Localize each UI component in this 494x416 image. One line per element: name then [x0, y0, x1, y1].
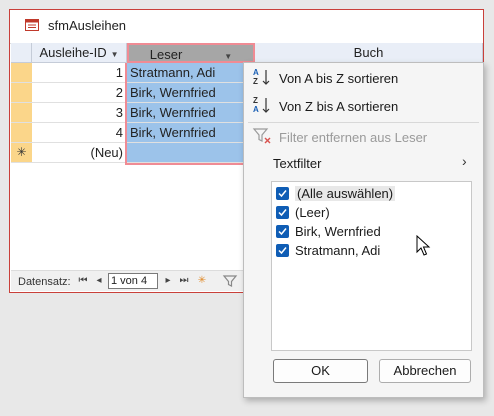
form-title: sfmAusleihen: [48, 18, 127, 33]
mouse-pointer-icon: [416, 235, 431, 256]
cell-leser-new[interactable]: [127, 143, 255, 163]
filter-option-label: (Leer): [295, 204, 330, 220]
sort-ascending-icon: A Z: [253, 68, 270, 86]
new-record-marker[interactable]: ✳: [11, 143, 32, 163]
clear-filter-icon: [252, 128, 271, 144]
ok-button[interactable]: OK: [273, 359, 368, 383]
filter-option[interactable]: (Alle auswählen): [276, 184, 396, 202]
column-header-buch[interactable]: Buch: [255, 43, 483, 63]
column-header-leser[interactable]: Leser ▼: [127, 43, 255, 63]
first-record-icon[interactable]: ⏮: [77, 275, 89, 287]
row-selector[interactable]: [11, 83, 32, 103]
chevron-right-icon: ›: [462, 153, 467, 169]
cell-ausleihe-id[interactable]: 2: [32, 83, 127, 103]
svg-text:A: A: [253, 105, 259, 114]
filter-option-label: Stratmann, Adi: [295, 242, 381, 258]
chevron-down-icon[interactable]: ▼: [111, 50, 119, 59]
cell-leser[interactable]: Birk, Wernfried: [127, 123, 255, 143]
checkbox-checked-icon[interactable]: [276, 205, 289, 219]
cell-ausleihe-id[interactable]: 1: [32, 63, 127, 83]
cell-ausleihe-id[interactable]: 4: [32, 123, 127, 143]
column-header-label: Leser: [149, 47, 183, 62]
cell-ausleihe-id[interactable]: 3: [32, 103, 127, 123]
chevron-down-icon[interactable]: ▼: [224, 52, 232, 61]
menu-separator: [248, 122, 479, 123]
record-position-input[interactable]: 1 von 4: [108, 273, 158, 289]
cell-leser[interactable]: Birk, Wernfried: [127, 83, 255, 103]
filter-option[interactable]: Stratmann, Adi: [276, 241, 380, 259]
filter-icon[interactable]: [222, 273, 238, 289]
svg-text:Z: Z: [253, 77, 258, 86]
menu-sort-az[interactable]: Von A bis Z sortieren: [279, 71, 398, 86]
checkbox-checked-icon[interactable]: [276, 243, 289, 257]
filter-option[interactable]: Birk, Wernfried: [276, 222, 381, 240]
svg-text:A: A: [253, 68, 259, 77]
select-all-corner[interactable]: [11, 43, 32, 63]
row-selector[interactable]: [11, 123, 32, 143]
cancel-button[interactable]: Abbrechen: [379, 359, 471, 383]
cell-leser[interactable]: Stratmann, Adi: [127, 63, 255, 83]
last-record-icon[interactable]: ⏭: [178, 275, 190, 287]
checkbox-checked-icon[interactable]: [276, 186, 289, 200]
menu-remove-filter: Filter entfernen aus Leser: [279, 130, 428, 145]
filter-option-label: Birk, Wernfried: [295, 223, 381, 239]
filter-option-label: (Alle auswählen): [295, 185, 396, 201]
cell-new-record-id[interactable]: (Neu): [32, 143, 127, 163]
column-header-label: Ausleihe-ID: [39, 45, 107, 60]
new-record-icon[interactable]: ✳: [196, 275, 208, 287]
checkbox-checked-icon[interactable]: [276, 224, 289, 238]
row-selector[interactable]: [11, 63, 32, 83]
form-icon: [25, 19, 39, 31]
next-record-icon[interactable]: ▸: [162, 275, 174, 287]
sort-descending-icon: Z A: [253, 96, 270, 114]
svg-text:Z: Z: [253, 96, 258, 105]
row-selector[interactable]: [11, 103, 32, 123]
previous-record-icon[interactable]: ◂: [93, 275, 105, 287]
column-header-ausleihe-id[interactable]: Ausleihe-ID ▼: [32, 43, 127, 63]
menu-sort-za[interactable]: Von Z bis A sortieren: [279, 99, 398, 114]
nav-label: Datensatz:: [18, 276, 71, 288]
column-header-label: Buch: [353, 45, 384, 60]
filter-option[interactable]: (Leer): [276, 203, 330, 221]
menu-text-filter[interactable]: Textfilter: [273, 156, 321, 171]
cell-leser[interactable]: Birk, Wernfried: [127, 103, 255, 123]
